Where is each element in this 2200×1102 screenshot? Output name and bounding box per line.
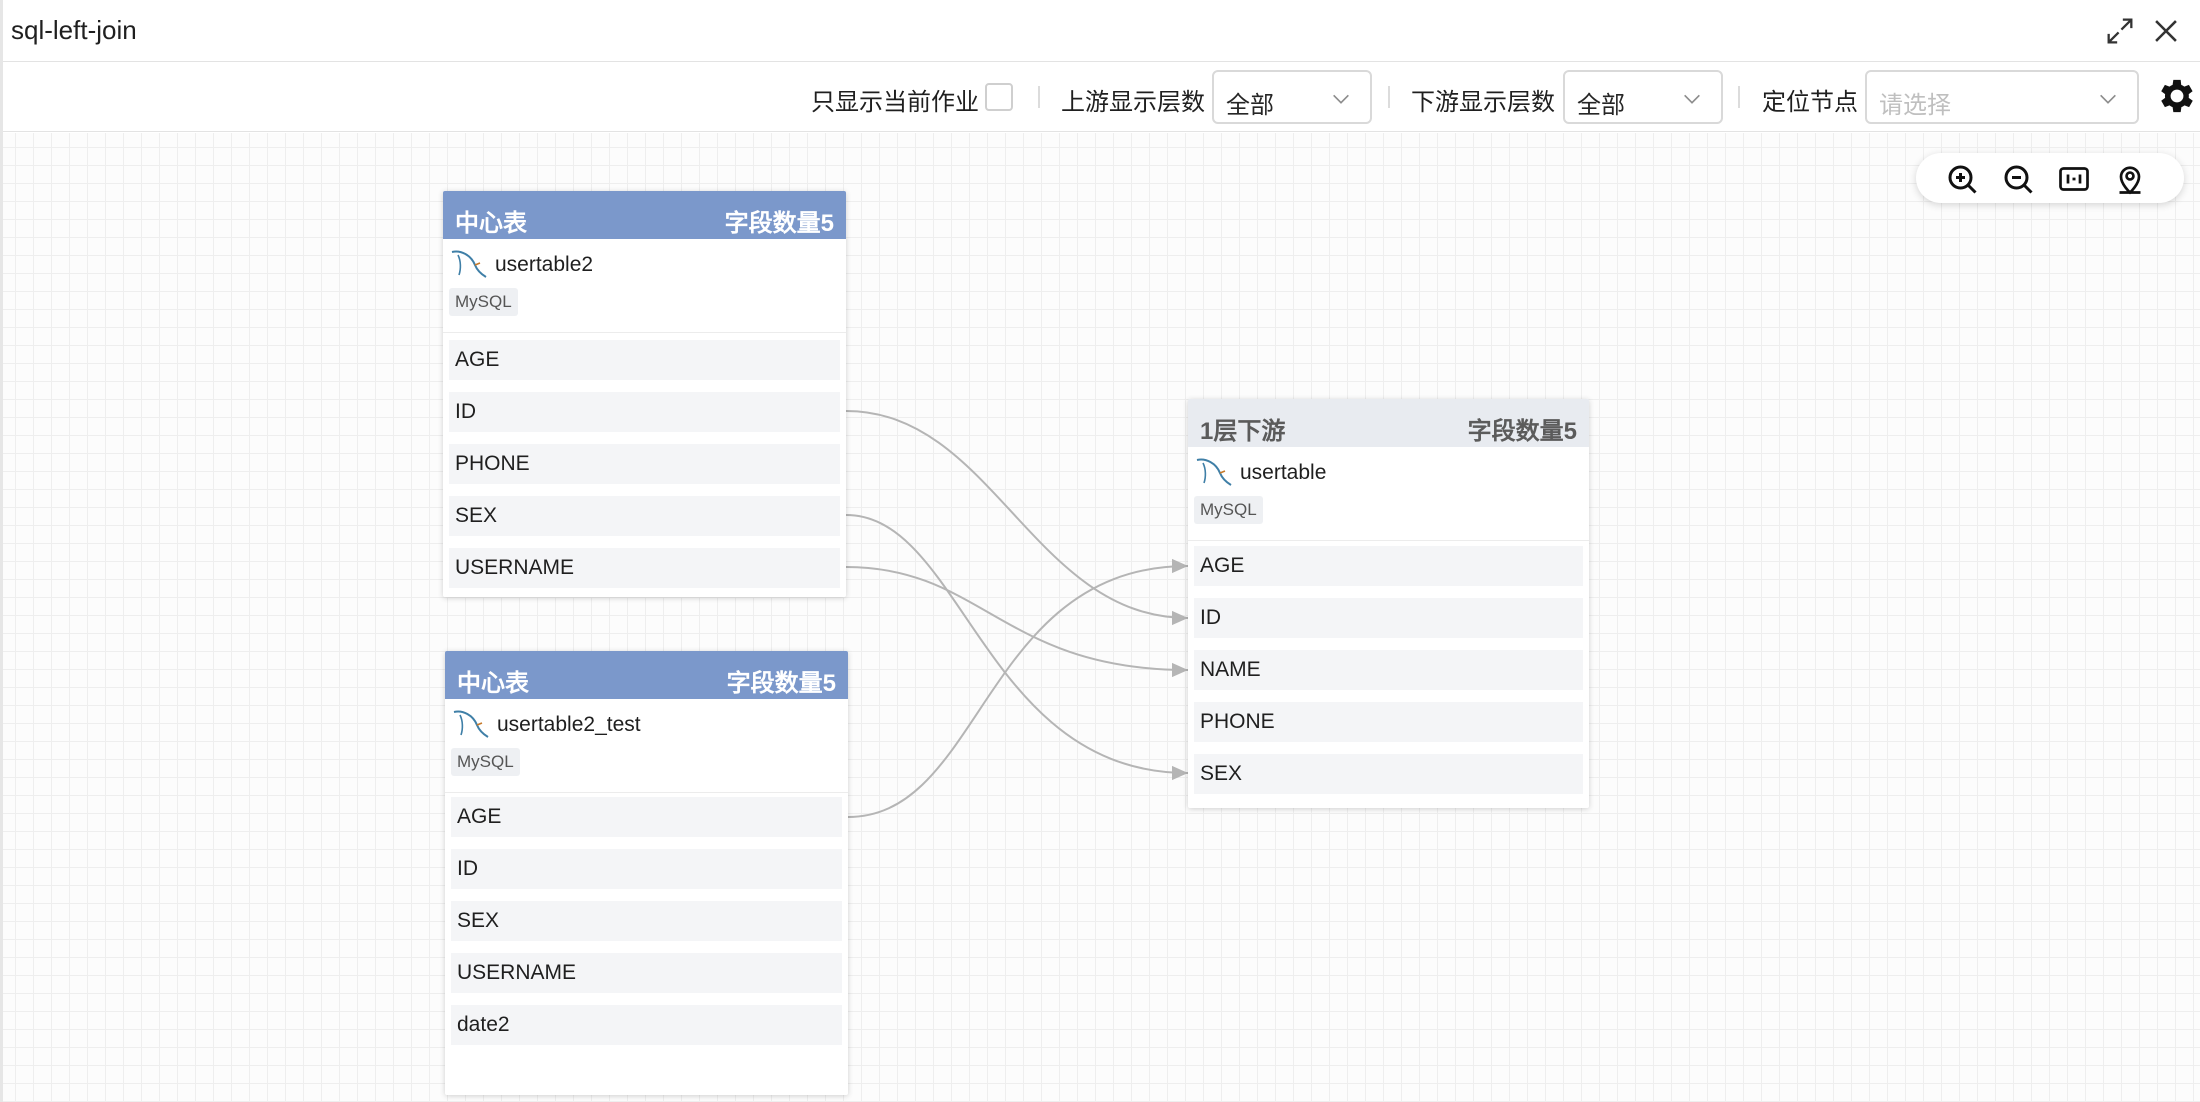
node-role-label: 中心表 <box>457 670 529 697</box>
chevron-down-icon <box>2100 94 2116 104</box>
node-field-count: 字段数量5 <box>726 670 836 697</box>
lineage-canvas[interactable]: 中心表 字段数量5 usertable2 MySQL AGE ID PHONE … <box>3 133 2200 1102</box>
field-row[interactable]: USERNAME <box>451 953 842 993</box>
field-row[interactable]: ID <box>449 392 840 432</box>
node-header: 中心表 字段数量5 <box>443 191 846 239</box>
downstream-levels-value: 全部 <box>1577 92 1625 119</box>
window-title: sql-left-join <box>11 15 137 45</box>
edge-username-to-name <box>845 566 1189 678</box>
field-row[interactable]: SEX <box>449 496 840 536</box>
node-header: 中心表 字段数量5 <box>445 651 848 699</box>
toolbar-divider <box>1388 86 1390 108</box>
expand-icon[interactable] <box>2103 14 2137 48</box>
field-row[interactable]: NAME <box>1194 650 1583 690</box>
fit-view-icon[interactable] <box>2056 161 2092 197</box>
upstream-levels-select[interactable]: 全部 <box>1212 70 1372 124</box>
node-meta: usertable2_test MySQL <box>445 699 848 793</box>
field-row[interactable]: SEX <box>451 901 842 941</box>
field-row[interactable]: AGE <box>449 340 840 380</box>
table-name: usertable2 <box>495 253 594 276</box>
gear-icon[interactable] <box>2155 74 2199 118</box>
node-field-count: 字段数量5 <box>724 210 834 237</box>
table-node-usertable[interactable]: 1层下游 字段数量5 usertable MySQL AGE ID NAME P… <box>1188 399 1589 808</box>
field-row[interactable]: AGE <box>451 797 842 837</box>
db-type-tag: MySQL <box>1194 496 1263 524</box>
locate-node-select[interactable]: 请选择 <box>1865 70 2139 124</box>
db-type-tag: MySQL <box>451 748 520 776</box>
edge-age-to-age <box>847 558 1189 818</box>
zoom-in-icon[interactable] <box>1944 161 1980 197</box>
table-name: usertable <box>1240 461 1327 484</box>
zoom-out-icon[interactable] <box>2000 161 2036 197</box>
close-icon[interactable] <box>2149 14 2183 48</box>
field-row[interactable]: PHONE <box>449 444 840 484</box>
upstream-levels-label: 上游显示层数 <box>1061 89 1205 116</box>
field-row[interactable]: AGE <box>1194 546 1583 586</box>
upstream-levels-value: 全部 <box>1226 92 1274 119</box>
toolbar-divider <box>1038 86 1040 108</box>
only-current-job-checkbox[interactable] <box>985 83 1013 111</box>
field-row[interactable]: ID <box>451 849 842 889</box>
node-meta: usertable MySQL <box>1188 447 1589 541</box>
table-name: usertable2_test <box>497 713 641 736</box>
field-row[interactable]: PHONE <box>1194 702 1583 742</box>
only-current-job-label: 只显示当前作业 <box>811 89 979 116</box>
node-role-label: 中心表 <box>455 210 527 237</box>
node-meta: usertable2 MySQL <box>443 239 846 333</box>
table-node-usertable2-test[interactable]: 中心表 字段数量5 usertable2_test MySQL AGE ID S… <box>445 651 848 1095</box>
locate-node-placeholder: 请选择 <box>1879 92 1951 119</box>
downstream-levels-label: 下游显示层数 <box>1411 89 1555 116</box>
chevron-down-icon <box>1333 94 1349 104</box>
location-pin-icon[interactable] <box>2112 161 2148 197</box>
mysql-dolphin-icon <box>451 250 487 278</box>
field-row[interactable]: SEX <box>1194 754 1583 794</box>
downstream-levels-select[interactable]: 全部 <box>1563 70 1723 124</box>
mysql-dolphin-icon <box>1196 458 1232 486</box>
db-type-tag: MySQL <box>449 288 518 316</box>
chevron-down-icon <box>1684 94 1700 104</box>
lineage-edges <box>845 410 1189 818</box>
node-role-label: 1层下游 <box>1200 418 1286 445</box>
toolbar-divider <box>1738 86 1740 108</box>
mysql-dolphin-icon <box>453 710 489 738</box>
locate-node-label: 定位节点 <box>1762 89 1858 116</box>
zoom-toolbar <box>1916 153 2184 203</box>
field-row[interactable]: USERNAME <box>449 548 840 588</box>
table-node-usertable2[interactable]: 中心表 字段数量5 usertable2 MySQL AGE ID PHONE … <box>443 191 846 597</box>
title-bar: sql-left-join <box>3 0 2200 62</box>
edge-sex-to-sex <box>845 514 1189 781</box>
node-header: 1层下游 字段数量5 <box>1188 399 1589 447</box>
edge-id-to-id <box>845 410 1189 626</box>
field-row[interactable]: date2 <box>451 1005 842 1045</box>
lineage-window: sql-left-join 只显示当前作业 上游显示层数 全部 下游显示层数 全… <box>0 0 2200 1102</box>
node-field-count: 字段数量5 <box>1467 418 1577 445</box>
filter-toolbar: 只显示当前作业 上游显示层数 全部 下游显示层数 全部 定位节点 请选择 <box>3 62 2200 132</box>
field-row[interactable]: ID <box>1194 598 1583 638</box>
